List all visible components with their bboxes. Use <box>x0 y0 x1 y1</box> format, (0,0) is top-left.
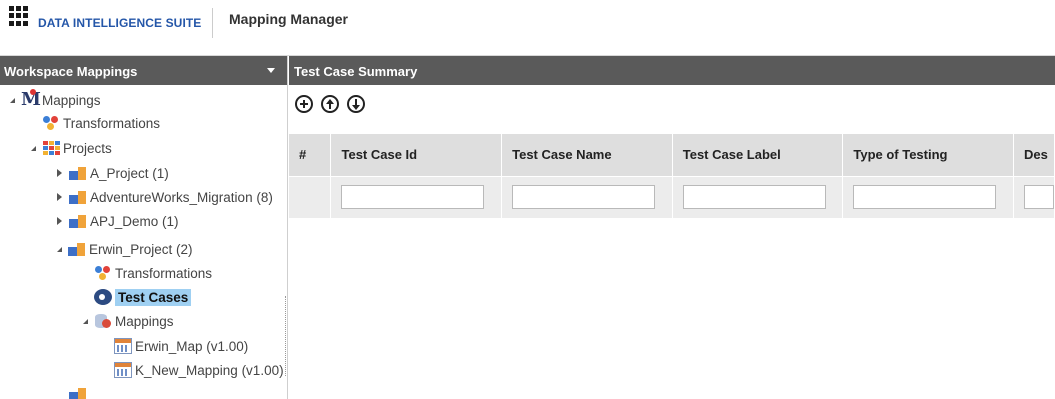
grid-filter-row <box>289 175 1055 218</box>
grid-header-row: # Test Case Id Test Case Name Test Case … <box>289 134 1055 176</box>
add-icon[interactable] <box>295 95 313 113</box>
mappings-folder-icon <box>94 313 112 329</box>
top-header: DATA INTELLIGENCE SUITE Mapping Manager <box>0 0 1055 56</box>
tree-node-label: A_Project (1) <box>90 165 169 181</box>
tree-node-label: Mappings <box>42 92 101 108</box>
workspace-panel-header[interactable]: Workspace Mappings <box>0 56 287 85</box>
filter-cell <box>501 175 673 218</box>
filter-input-test-case-id[interactable] <box>341 185 485 210</box>
move-up-icon[interactable] <box>321 95 339 113</box>
tree-node-project-partial[interactable] <box>57 383 90 399</box>
workspace-panel: Workspace Mappings M Mappings Transforma… <box>0 56 288 399</box>
filter-input-type-of-testing[interactable] <box>853 185 997 210</box>
tree-node-map[interactable]: Erwin_Map (v1.00) <box>114 335 248 357</box>
projects-icon <box>42 140 60 156</box>
expand-arrow-icon[interactable] <box>57 193 62 201</box>
tree-node-project[interactable]: A_Project (1) <box>57 162 169 184</box>
filter-cell-number <box>289 175 332 218</box>
project-icon <box>69 386 87 399</box>
column-header-test-case-label[interactable]: Test Case Label <box>672 134 844 176</box>
app-title: Mapping Manager <box>229 11 349 27</box>
test-cases-icon <box>94 289 112 305</box>
column-header-test-case-name[interactable]: Test Case Name <box>501 134 673 176</box>
tree-node-label: AdventureWorks_Migration (8) <box>90 189 273 205</box>
expand-arrow-icon[interactable] <box>57 169 62 177</box>
expand-arrow-icon[interactable] <box>31 145 36 151</box>
tree-node-label: Projects <box>63 140 112 156</box>
filter-input-test-case-label[interactable] <box>682 185 826 210</box>
tree-node-transformations[interactable]: Transformations <box>94 262 212 284</box>
mapping-icon <box>114 338 132 354</box>
project-icon <box>69 189 87 205</box>
expand-arrow-icon[interactable] <box>83 318 88 324</box>
filter-cell <box>330 175 503 218</box>
tree-node-label: Transformations <box>115 265 213 281</box>
mappings-root-icon: M <box>21 89 41 110</box>
expand-arrow-icon[interactable] <box>57 217 62 225</box>
tree-node-transformations[interactable]: Transformations <box>42 112 160 134</box>
workspace-panel-title: Workspace Mappings <box>4 64 138 79</box>
tree-node-label: Transformations <box>63 115 161 131</box>
column-header-number[interactable]: # <box>289 134 332 176</box>
project-icon <box>69 165 87 181</box>
tree-node-projects[interactable]: Projects <box>31 137 112 159</box>
mapping-icon <box>114 362 132 378</box>
project-icon <box>68 241 86 257</box>
filter-input-test-case-name[interactable] <box>512 185 656 210</box>
transformations-icon <box>42 115 60 131</box>
transformations-icon <box>94 265 112 281</box>
filter-cell <box>672 175 844 218</box>
tree-node-mappings-folder[interactable]: Mappings <box>83 310 174 332</box>
tree-node-label-selected: Test Cases <box>115 288 192 306</box>
filter-cell <box>842 175 1014 218</box>
test-case-summary-header: Test Case Summary <box>289 56 1055 85</box>
tree-node-label: Erwin_Map (v1.00) <box>135 338 249 354</box>
tree-node-project[interactable]: APJ_Demo (1) <box>57 210 179 232</box>
tree-node-mappings-root[interactable]: M Mappings <box>10 89 101 111</box>
test-case-summary-panel: Test Case Summary # Test Case Id Test Ca… <box>289 56 1055 399</box>
filter-input-description[interactable] <box>1023 185 1054 210</box>
column-header-description[interactable]: Des <box>1013 134 1055 176</box>
header-divider <box>212 8 213 38</box>
tree-node-label: APJ_Demo (1) <box>90 213 179 229</box>
tree-node-map[interactable]: K_New_Mapping (v1.00) <box>114 359 284 381</box>
toolbar <box>295 95 365 113</box>
column-header-type-of-testing[interactable]: Type of Testing <box>842 134 1014 176</box>
project-icon <box>69 213 87 229</box>
tree-node-label: Erwin_Project (2) <box>89 241 193 257</box>
chevron-down-icon[interactable] <box>267 68 275 73</box>
filter-cell <box>1013 175 1055 218</box>
tree-node-project-erwin[interactable]: Erwin_Project (2) <box>57 238 193 260</box>
workspace-tree: M Mappings Transformations Projects A_Pr… <box>0 85 287 399</box>
column-header-test-case-id[interactable]: Test Case Id <box>330 134 503 176</box>
brand-name[interactable]: DATA INTELLIGENCE SUITE <box>38 16 201 30</box>
tree-node-test-cases[interactable]: Test Cases <box>94 286 192 308</box>
expand-arrow-icon[interactable] <box>10 97 15 103</box>
move-down-icon[interactable] <box>347 95 365 113</box>
test-case-grid: # Test Case Id Test Case Name Test Case … <box>289 134 1055 218</box>
tree-node-label: K_New_Mapping (v1.00) <box>135 362 284 378</box>
panel-splitter[interactable] <box>285 296 287 376</box>
expand-arrow-icon[interactable] <box>57 246 62 252</box>
tree-node-project[interactable]: AdventureWorks_Migration (8) <box>57 186 273 208</box>
tree-node-label: Mappings <box>115 313 174 329</box>
app-grid-icon[interactable] <box>9 6 29 26</box>
